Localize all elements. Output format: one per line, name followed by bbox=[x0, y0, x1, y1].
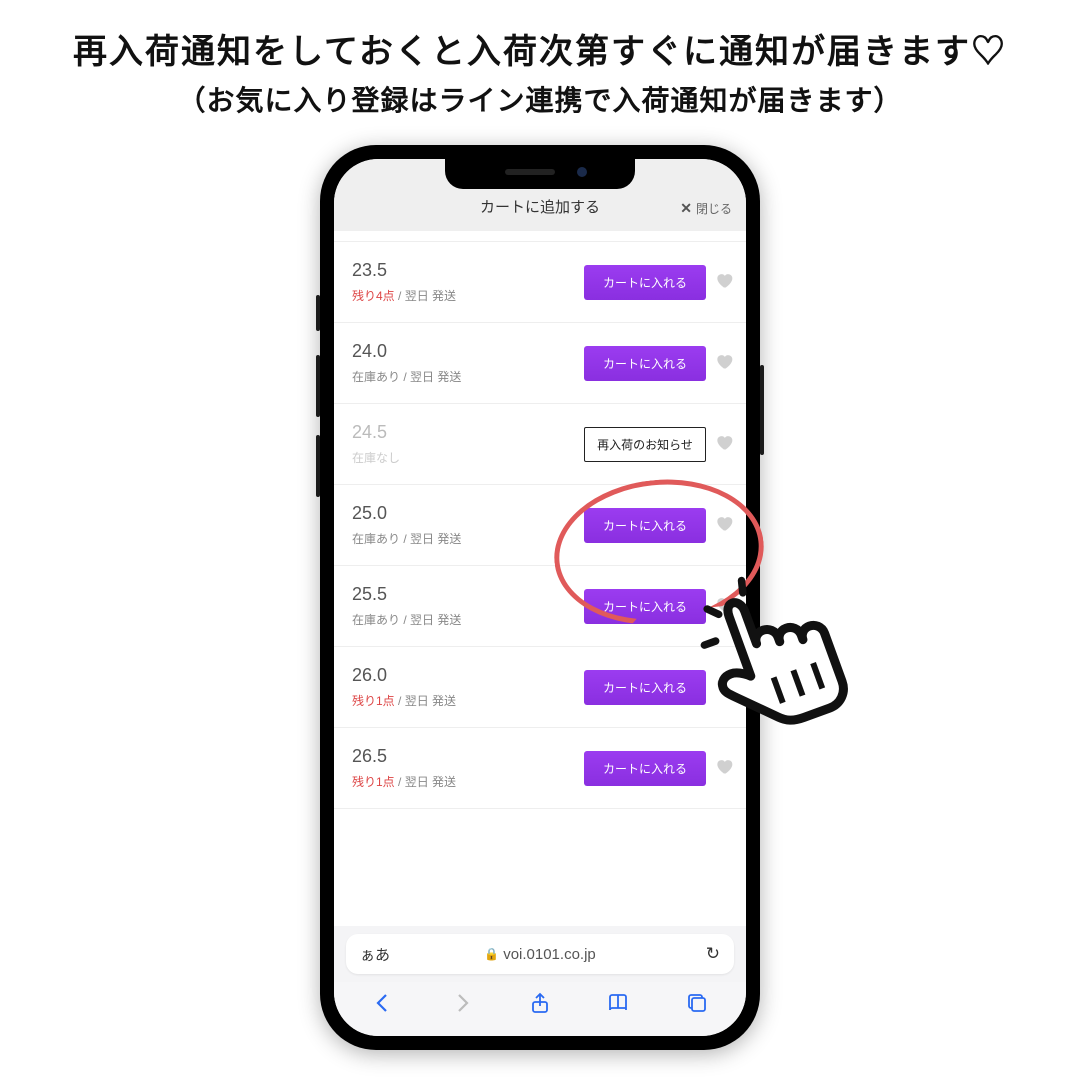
reload-icon[interactable]: ↻ bbox=[706, 944, 720, 964]
favorite-heart-icon[interactable] bbox=[714, 270, 734, 295]
size-value: 26.0 bbox=[352, 665, 456, 686]
add-to-cart-button[interactable]: カートに入れる bbox=[584, 751, 706, 786]
stock-status: 在庫あり / 翌日 発送 bbox=[352, 368, 461, 385]
close-icon: ✕ bbox=[680, 200, 692, 217]
size-row: 26.0 残り1点 / 翌日 発送 カートに入れる bbox=[334, 647, 746, 728]
safari-address-bar: ぁあ 🔒 voi.0101.co.jp ↻ bbox=[334, 926, 746, 982]
size-row: 24.5 在庫なし 再入荷のお知らせ bbox=[334, 404, 746, 485]
modal-title: カートに追加する bbox=[480, 196, 600, 217]
add-to-cart-button[interactable]: カートに入れる bbox=[584, 508, 706, 543]
size-row: 23.5 残り4点 / 翌日 発送 カートに入れる bbox=[334, 241, 746, 323]
size-row: 24.0 在庫あり / 翌日 発送 カートに入れる bbox=[334, 323, 746, 404]
favorite-heart-icon[interactable] bbox=[714, 513, 734, 538]
add-to-cart-button[interactable]: カートに入れる bbox=[584, 670, 706, 705]
add-to-cart-button[interactable]: カートに入れる bbox=[584, 589, 706, 624]
text-size-control[interactable]: ぁあ bbox=[360, 944, 390, 965]
promo-headline: 再入荷通知をしておくと入荷次第すぐに通知が届きます♡ （お気に入り登録はライン連… bbox=[0, 0, 1080, 119]
add-to-cart-button[interactable]: カートに入れる bbox=[584, 346, 706, 381]
close-button[interactable]: ✕ 閉じる bbox=[680, 200, 732, 217]
lock-icon: 🔒 bbox=[484, 947, 499, 961]
size-row: 25.0 在庫あり / 翌日 発送 カートに入れる bbox=[334, 485, 746, 566]
size-value: 26.5 bbox=[352, 746, 456, 767]
tabs-button[interactable] bbox=[685, 991, 709, 1020]
size-value: 24.0 bbox=[352, 341, 461, 362]
headline-main: 再入荷通知をしておくと入荷次第すぐに通知が届きます♡ bbox=[0, 24, 1080, 73]
stock-status: 在庫あり / 翌日 発送 bbox=[352, 530, 461, 547]
headline-sub: （お気に入り登録はライン連携で入荷通知が届きます） bbox=[0, 79, 1080, 119]
share-button[interactable] bbox=[528, 991, 552, 1020]
page-domain: voi.0101.co.jp bbox=[503, 946, 596, 963]
size-value: 24.5 bbox=[352, 422, 400, 443]
phone-screen: カートに追加する ✕ 閉じる 23.5残り4点 / 翌日 発送カートに入れる24… bbox=[334, 159, 746, 1036]
close-label: 閉じる bbox=[696, 200, 732, 217]
favorite-heart-icon[interactable] bbox=[714, 432, 734, 457]
size-row: 25.5 在庫あり / 翌日 発送 カートに入れる bbox=[334, 566, 746, 647]
stock-status: 残り1点 / 翌日 発送 bbox=[352, 692, 456, 709]
favorite-heart-icon[interactable] bbox=[714, 675, 734, 700]
favorite-heart-icon[interactable] bbox=[714, 594, 734, 619]
stock-status: 残り4点 / 翌日 発送 bbox=[352, 287, 456, 304]
phone-mockup: カートに追加する ✕ 閉じる 23.5残り4点 / 翌日 発送カートに入れる24… bbox=[320, 145, 760, 1050]
size-value: 25.0 bbox=[352, 503, 461, 524]
safari-toolbar bbox=[334, 982, 746, 1036]
stock-status: 在庫なし bbox=[352, 449, 400, 466]
forward-button[interactable] bbox=[450, 991, 474, 1020]
restock-notify-button[interactable]: 再入荷のお知らせ bbox=[584, 427, 706, 462]
bookmarks-button[interactable] bbox=[606, 991, 630, 1020]
size-row: 26.5 残り1点 / 翌日 発送 カートに入れる bbox=[334, 728, 746, 809]
back-button[interactable] bbox=[371, 991, 395, 1020]
stock-status: 在庫あり / 翌日 発送 bbox=[352, 611, 461, 628]
favorite-heart-icon[interactable] bbox=[714, 756, 734, 781]
size-list: 23.5残り4点 / 翌日 発送カートに入れる24.0在庫あり / 翌日 発送カ… bbox=[334, 231, 746, 926]
stock-status: 残り1点 / 翌日 発送 bbox=[352, 773, 456, 790]
favorite-heart-icon[interactable] bbox=[714, 351, 734, 376]
size-value: 25.5 bbox=[352, 584, 461, 605]
add-to-cart-button[interactable]: カートに入れる bbox=[584, 265, 706, 300]
phone-notch bbox=[445, 159, 635, 189]
size-value: 23.5 bbox=[352, 260, 456, 281]
address-field[interactable]: ぁあ 🔒 voi.0101.co.jp ↻ bbox=[346, 934, 734, 974]
